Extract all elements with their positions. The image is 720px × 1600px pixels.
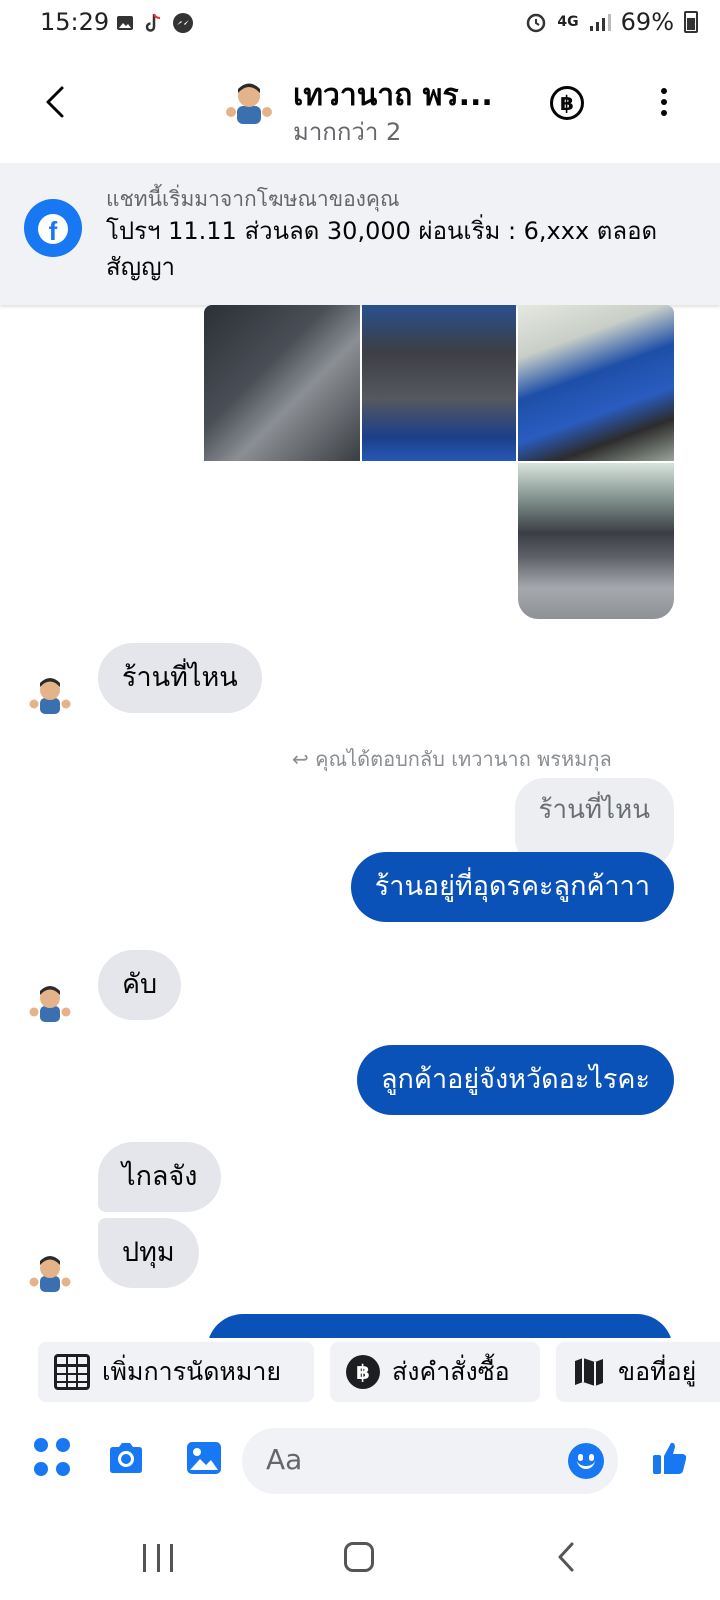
- battery-icon: [684, 11, 698, 33]
- status-notification-icons: [116, 12, 194, 34]
- chat-header: เทวานาถ พร... มากกว่า 2 ฿: [0, 58, 720, 158]
- car-photo-engine[interactable]: [362, 305, 516, 461]
- ad-origin-label: แชทนี้เริ่มมาจากโฆษณาของคุณ: [106, 187, 400, 211]
- more-options-icon[interactable]: [650, 88, 678, 122]
- reply-note-text: คุณได้ตอบกลับ เทวานาถ พรหมกุล: [315, 747, 612, 771]
- outgoing-message[interactable]: ร้านอยู่ที่อุดรคะลูกค้าาา: [350, 852, 674, 922]
- incoming-message[interactable]: ไกลจัง: [98, 1142, 222, 1212]
- baht-icon: ฿: [346, 1355, 380, 1389]
- message-input[interactable]: Aa: [242, 1428, 618, 1494]
- request-address-button[interactable]: ขอที่อยู่: [556, 1342, 720, 1402]
- status-right: 4G 69%: [525, 8, 698, 36]
- incoming-message[interactable]: ร้านที่ไหน: [98, 643, 262, 713]
- incoming-message[interactable]: คับ: [98, 950, 182, 1020]
- messenger-icon: [173, 13, 193, 33]
- facebook-icon: f: [24, 199, 82, 257]
- status-time: 15:29: [40, 8, 110, 36]
- ad-origin-banner[interactable]: f แชทนี้เริ่มมาจากโฆษณาของคุณ โปรฯ 11.11…: [0, 163, 720, 305]
- car-photo-exterior[interactable]: [518, 305, 674, 461]
- composer-bar: Aa: [0, 1414, 720, 1504]
- request-address-label: ขอที่อยู่: [618, 1357, 697, 1386]
- incoming-message[interactable]: ปทุม: [98, 1218, 199, 1288]
- battery-percent: 69%: [620, 8, 674, 36]
- send-order-button[interactable]: ฿ ส่งคำสั่งซื้อ: [330, 1342, 540, 1402]
- calendar-icon: [54, 1354, 90, 1390]
- contact-subtitle: มากกว่า 2: [293, 118, 402, 146]
- photo-grid-blank: [204, 463, 516, 619]
- car-photo-interior[interactable]: [204, 305, 360, 461]
- thumbs-up-icon[interactable]: [650, 1438, 690, 1478]
- reply-arrow-icon: ↩: [292, 747, 316, 771]
- send-order-label: ส่งคำสั่งซื้อ: [392, 1357, 510, 1386]
- car-photo-dashboard[interactable]: [518, 463, 674, 619]
- map-icon: [575, 1358, 603, 1386]
- network-type: 4G: [557, 14, 579, 30]
- camera-icon[interactable]: [106, 1438, 146, 1478]
- tiktok-icon: [145, 13, 161, 32]
- avatar[interactable]: [28, 1250, 72, 1294]
- recent-apps-icon[interactable]: [143, 1544, 173, 1572]
- add-appointment-label: เพิ่มการนัดหมาย: [102, 1357, 282, 1386]
- ad-promo-text: โปรฯ 11.11 ส่วนลด 30,000 ผ่อนเริ่ม : 6,x…: [106, 217, 658, 281]
- home-icon[interactable]: [344, 1542, 374, 1572]
- signal-icon: [589, 14, 611, 31]
- emoji-icon[interactable]: [568, 1443, 604, 1479]
- more-apps-icon[interactable]: [34, 1438, 74, 1478]
- gallery-icon: [117, 16, 133, 30]
- status-bar: 15:29 4G 69%: [0, 0, 720, 46]
- avatar[interactable]: [28, 672, 72, 716]
- payment-baht-icon[interactable]: ฿: [550, 86, 584, 120]
- add-appointment-button[interactable]: เพิ่มการนัดหมาย: [38, 1342, 314, 1402]
- quick-actions-bar: เพิ่มการนัดหมาย ฿ ส่งคำสั่งซื้อ ขอที่อยู…: [0, 1338, 720, 1410]
- avatar[interactable]: [28, 980, 72, 1024]
- nav-back-icon[interactable]: [552, 1540, 582, 1574]
- alarm-icon: [527, 13, 546, 33]
- back-button[interactable]: [38, 82, 74, 122]
- system-nav-bar: [0, 1516, 720, 1600]
- reply-indicator: ↩ คุณได้ตอบกลับ เทวานาถ พรหมกุล: [292, 743, 612, 775]
- gallery-icon[interactable]: [184, 1438, 224, 1478]
- outgoing-message[interactable]: ลูกค้าอยู่จังหวัดอะไรคะ: [356, 1045, 674, 1115]
- message-input-placeholder: Aa: [266, 1443, 303, 1476]
- avatar[interactable]: [224, 76, 274, 126]
